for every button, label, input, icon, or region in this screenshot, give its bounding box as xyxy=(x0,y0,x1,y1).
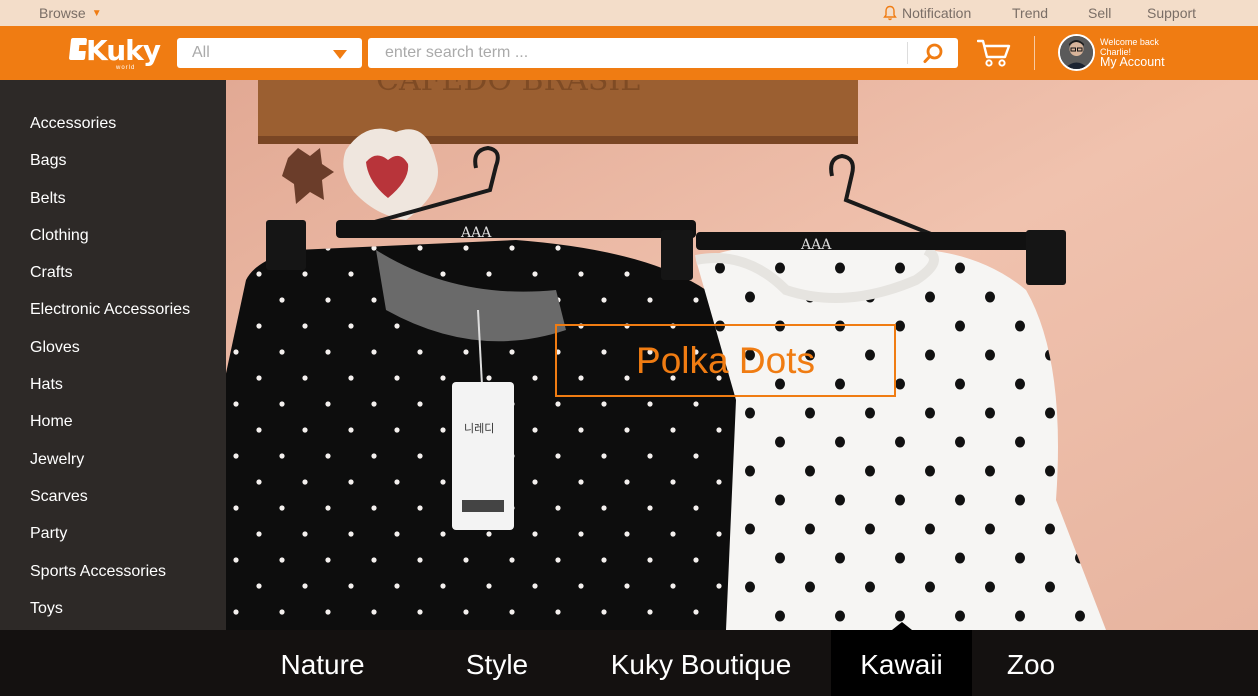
shopping-cart-icon xyxy=(976,39,1011,67)
cart-button[interactable] xyxy=(976,38,1011,68)
sidebar-item-gloves[interactable]: Gloves xyxy=(0,338,226,375)
sign-text: CAFEDO BRASIL xyxy=(376,80,640,98)
tab-label: Kuky Boutique xyxy=(610,649,792,680)
search-input[interactable] xyxy=(368,38,908,68)
category-select-value: All xyxy=(192,44,210,61)
sidebar-item-sports-accessories[interactable]: Sports Accessories xyxy=(0,562,226,599)
sell-link[interactable]: Sell xyxy=(1088,5,1111,21)
sidebar-item-electronic-accessories[interactable]: Electronic Accessories xyxy=(0,300,226,337)
notification-link[interactable]: Notification xyxy=(883,5,971,21)
search-icon xyxy=(923,43,943,63)
tab-kawaii[interactable]: Kawaii xyxy=(831,622,972,696)
tab-label: Nature xyxy=(280,649,365,680)
sidebar-item-party[interactable]: Party xyxy=(0,524,226,561)
search-box xyxy=(368,38,958,68)
browse-label: Browse xyxy=(39,5,86,21)
avatar xyxy=(1058,34,1095,71)
sidebar-item-home[interactable]: Home xyxy=(0,412,226,449)
sell-label: Sell xyxy=(1088,5,1112,21)
welcome-text: Welcome back Charlie! xyxy=(1100,37,1159,57)
hero-banner[interactable]: CAFEDO BRASIL AAA AAA 니레디 Polka Dots xyxy=(226,80,1258,630)
category-select[interactable]: All xyxy=(177,38,362,68)
search-button[interactable] xyxy=(913,40,953,66)
tab-kuky-boutique[interactable]: Kuky Boutique xyxy=(601,630,801,696)
sidebar-item-hats[interactable]: Hats xyxy=(0,375,226,412)
tab-label: Kawaii xyxy=(860,649,943,680)
tab-style[interactable]: Style xyxy=(432,630,562,696)
support-link[interactable]: Support xyxy=(1147,5,1196,21)
hanger-brand-1: AAA xyxy=(460,225,492,241)
tab-label: Zoo xyxy=(1006,649,1056,680)
logo-mark xyxy=(68,38,88,60)
dropdown-caret-icon xyxy=(333,50,347,59)
my-account-menu[interactable]: Welcome back Charlie! My Account xyxy=(1058,34,1238,72)
my-account-label: My Account xyxy=(1100,55,1165,69)
dropdown-caret-icon: ▼ xyxy=(91,7,102,19)
logo-text: Kuky xyxy=(86,34,161,67)
tab-nature[interactable]: Nature xyxy=(250,630,395,696)
hanger-brand-2: AAA xyxy=(800,237,832,253)
trend-link[interactable]: Trend xyxy=(1012,5,1048,21)
main-header: Kuky world All enter search term ... Wel… xyxy=(0,26,1258,80)
sidebar-item-accessories[interactable]: Accessories xyxy=(0,114,226,151)
hero-label-button[interactable]: Polka Dots xyxy=(555,324,896,397)
tab-zoo[interactable]: Zoo xyxy=(986,630,1076,696)
sidebar-item-jewelry[interactable]: Jewelry xyxy=(0,450,226,487)
sidebar-item-bags[interactable]: Bags xyxy=(0,151,226,188)
trend-label: Trend xyxy=(1012,5,1049,21)
sidebar-item-belts[interactable]: Belts xyxy=(0,189,226,226)
sidebar-item-clothing[interactable]: Clothing xyxy=(0,226,226,263)
support-label: Support xyxy=(1147,5,1197,21)
browse-menu[interactable]: Browse ▼ xyxy=(39,5,102,21)
collection-tabs: Nature Style Kuky Boutique Kawaii Zoo xyxy=(0,622,1258,696)
bell-icon xyxy=(883,5,897,21)
welcome-line1: Welcome back xyxy=(1100,37,1159,47)
tag-text: 니레디 xyxy=(464,422,494,435)
hero-label-text: Polka Dots xyxy=(636,339,815,381)
logo-subtext: world xyxy=(116,65,136,71)
sidebar-item-scarves[interactable]: Scarves xyxy=(0,487,226,524)
tab-label: Style xyxy=(465,649,529,680)
notification-label: Notification xyxy=(902,5,972,21)
category-sidebar: Accessories Bags Belts Clothing Crafts E… xyxy=(0,80,226,630)
top-utility-bar: Browse ▼ Notification Trend Sell Support xyxy=(0,0,1258,26)
header-divider xyxy=(1034,36,1035,70)
search-divider xyxy=(907,42,908,64)
kuky-logo[interactable]: Kuky world xyxy=(68,32,163,74)
sidebar-item-crafts[interactable]: Crafts xyxy=(0,263,226,300)
